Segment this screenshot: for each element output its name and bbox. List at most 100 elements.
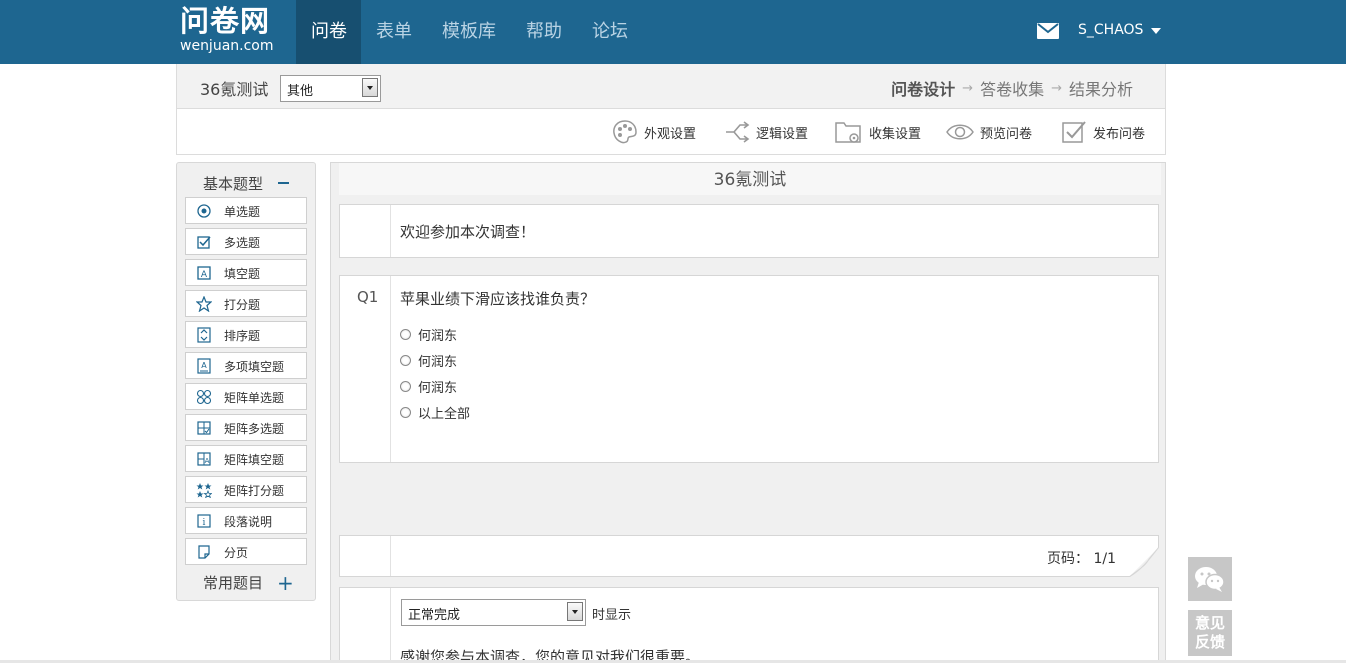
page-curl-icon — [1129, 547, 1159, 577]
preview-button[interactable]: 预览问卷 — [945, 118, 1032, 146]
caret-down-icon[interactable] — [1151, 28, 1161, 34]
mail-icon[interactable] — [1037, 23, 1059, 39]
top-navbar: 问卷网 wenjuan.com 问卷 表单 模板库 帮助 论坛 S_CHAOS — [0, 0, 1346, 64]
appearance-label: 外观设置 — [644, 126, 697, 142]
end-status-value: 正常完成 — [408, 608, 461, 623]
card-gutter — [390, 588, 391, 663]
appearance-button[interactable]: 外观设置 — [611, 118, 696, 146]
arrow-right-icon: → — [962, 80, 974, 96]
info-icon: i — [197, 514, 211, 528]
nav-templates[interactable]: 模板库 — [427, 0, 511, 64]
wechat-button[interactable] — [1188, 557, 1232, 601]
welcome-text[interactable]: 欢迎参加本次调查！ — [400, 221, 535, 242]
option-label: 何润东 — [418, 329, 458, 344]
qtype-multiple-choice[interactable]: 多选题 — [185, 228, 307, 255]
logo-text: 问卷网 — [180, 4, 271, 38]
option-label: 何润东 — [418, 355, 458, 370]
collapse-minus-icon[interactable] — [278, 182, 289, 184]
logo[interactable]: 问卷网 wenjuan.com — [180, 4, 280, 60]
folder-gear-icon — [835, 122, 861, 143]
basic-types-heading[interactable]: 基本题型 — [203, 173, 263, 194]
svg-text:i: i — [203, 518, 206, 528]
radio-icon — [197, 204, 211, 218]
category-select[interactable]: 其他 — [280, 75, 381, 102]
question-type-panel: 基本题型 单选题 多选题 A 填空题 打分题 排序题 A 多项填空题 矩阵单选题… — [176, 162, 316, 601]
logic-label: 逻辑设置 — [756, 126, 809, 142]
qtype-label: 矩阵多选题 — [224, 422, 285, 436]
radio-button[interactable] — [400, 355, 411, 366]
qtype-ranking[interactable]: 排序题 — [185, 321, 307, 348]
nav-forms[interactable]: 表单 — [361, 0, 427, 64]
step-collect[interactable]: 答卷收集 — [980, 76, 1044, 100]
question-number: Q1 — [357, 288, 379, 306]
option-label: 以上全部 — [418, 407, 471, 422]
user-menu[interactable]: S_CHAOS — [1078, 20, 1143, 40]
sort-icon — [197, 327, 211, 343]
dropdown-arrow-icon[interactable] — [567, 602, 583, 621]
dropdown-arrow-icon[interactable] — [362, 78, 378, 97]
qtype-single-choice[interactable]: 单选题 — [185, 197, 307, 224]
preview-label: 预览问卷 — [980, 126, 1033, 142]
multi-text-icon: A — [197, 358, 211, 374]
matrix-checkbox-icon — [197, 421, 211, 435]
page-number: 页码： 1/1 — [1047, 551, 1116, 567]
svg-text:A: A — [201, 270, 208, 280]
question-text[interactable]: 苹果业绩下滑应该找谁负责？ — [400, 288, 595, 309]
qtype-label: 矩阵填空题 — [224, 453, 285, 467]
qtype-label: 矩阵打分题 — [224, 484, 285, 498]
survey-title[interactable]: 36氪测试 — [339, 163, 1161, 195]
nav-surveys[interactable]: 问卷 — [296, 0, 361, 64]
feedback-button[interactable]: 意见 反馈 — [1188, 610, 1232, 656]
arrow-right-icon: → — [1051, 80, 1062, 96]
survey-name: 36氪测试 — [200, 80, 269, 99]
qtype-matrix-single[interactable]: 矩阵单选题 — [185, 383, 307, 410]
option-2[interactable]: 何润东 — [400, 351, 457, 370]
common-questions-heading[interactable]: 常用题目 — [203, 572, 263, 593]
option-1[interactable]: 何润东 — [400, 325, 457, 344]
step-design[interactable]: 问卷设计 — [891, 76, 955, 100]
star-icon — [196, 296, 212, 312]
qtype-rating[interactable]: 打分题 — [185, 290, 307, 317]
expand-plus-icon[interactable]: + — [277, 573, 294, 593]
qtype-matrix-fill[interactable]: A 矩阵填空题 — [185, 445, 307, 472]
option-3[interactable]: 何润东 — [400, 377, 457, 396]
palette-icon — [613, 120, 637, 144]
publish-button[interactable]: 发布问卷 — [1060, 118, 1145, 146]
collect-settings-button[interactable]: 收集设置 — [834, 118, 921, 146]
radio-button[interactable] — [400, 381, 411, 392]
logic-button[interactable]: 逻辑设置 — [723, 118, 808, 146]
question-card[interactable]: Q1 苹果业绩下滑应该找谁负责？ 何润东 何润东 何润东 以上全部 — [339, 275, 1159, 463]
end-display-label: 时显示 — [592, 608, 632, 623]
matrix-radio-icon — [196, 389, 212, 405]
option-label: 何润东 — [418, 381, 458, 396]
eye-icon — [946, 124, 974, 140]
welcome-card[interactable]: 欢迎参加本次调查！ — [339, 204, 1159, 258]
nav-forum[interactable]: 论坛 — [577, 0, 643, 64]
card-gutter — [390, 276, 391, 462]
qtype-label: 单选题 — [224, 205, 261, 219]
radio-button[interactable] — [400, 329, 411, 340]
end-card[interactable]: 正常完成 时显示 感谢您参与本调查，您的意见对我们很重要。 — [339, 587, 1159, 663]
end-status-select[interactable]: 正常完成 — [401, 599, 586, 626]
qtype-matrix-rating[interactable]: 矩阵打分题 — [185, 476, 307, 503]
qtype-matrix-multiple[interactable]: 矩阵多选题 — [185, 414, 307, 441]
qtype-fill-blank[interactable]: A 填空题 — [185, 259, 307, 286]
qtype-paragraph[interactable]: i 段落说明 — [185, 507, 307, 534]
qtype-label: 打分题 — [224, 298, 261, 312]
matrix-text-icon: A — [197, 452, 211, 466]
checkbox-publish-icon — [1062, 121, 1086, 143]
step-analyze[interactable]: 结果分析 — [1069, 76, 1133, 100]
radio-button[interactable] — [400, 407, 411, 418]
feedback-label-2: 反馈 — [1194, 633, 1225, 651]
qtype-label: 填空题 — [224, 267, 261, 281]
text-field-icon: A — [197, 266, 211, 280]
qtype-page-break[interactable]: 分页 — [185, 538, 307, 565]
main-nav: 问卷 表单 模板库 帮助 论坛 — [296, 0, 643, 64]
page-card: 页码： 1/1 — [339, 535, 1159, 577]
qtype-multi-fill[interactable]: A 多项填空题 — [185, 352, 307, 379]
option-4[interactable]: 以上全部 — [400, 403, 470, 422]
progress-steps: 问卷设计 → 答卷收集 → 结果分析 — [891, 76, 1133, 100]
logic-icon — [726, 121, 750, 143]
nav-help[interactable]: 帮助 — [511, 0, 577, 64]
logo-domain: wenjuan.com — [180, 38, 274, 54]
